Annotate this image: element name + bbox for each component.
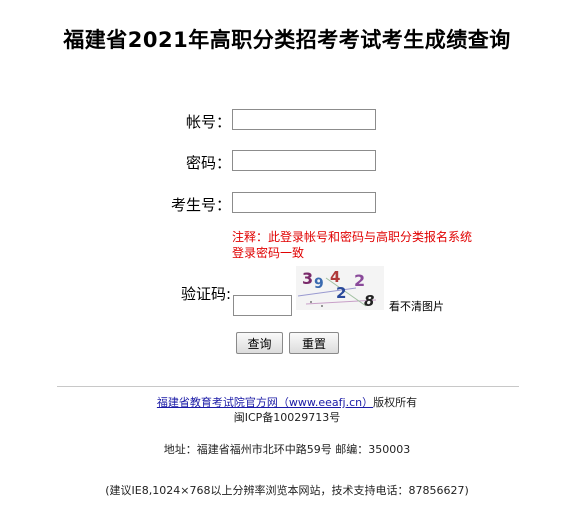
- page-title: 福建省2021年高职分类招考考试考生成绩查询: [63, 28, 511, 52]
- svg-text:2: 2: [336, 284, 346, 302]
- password-label: 密码：: [185, 154, 231, 172]
- account-row: 帐号：: [0, 109, 574, 133]
- svg-text:8: 8: [364, 292, 374, 310]
- exam-number-input[interactable]: [232, 192, 376, 213]
- password-row: 密码：: [0, 150, 574, 174]
- captcha-image[interactable]: 3 9 4 2 2 8: [296, 266, 384, 310]
- svg-text:3: 3: [302, 269, 313, 288]
- login-note: 注释：此登录帐号和密码与高职分类报名系统登录密码一致: [232, 230, 473, 260]
- reset-button[interactable]: 重置: [289, 332, 339, 354]
- captcha-input[interactable]: [233, 295, 292, 316]
- site-link[interactable]: 福建省教育考试院官方网（www.eeafj.cn）: [157, 396, 373, 409]
- footer-copyright: 福建省教育考试院官方网（www.eeafj.cn）版权所有: [0, 394, 574, 410]
- footer-divider: [57, 386, 519, 387]
- exam-number-row: 考生号：: [0, 192, 574, 216]
- footer-icp: 闽ICP备10029713号: [233, 411, 341, 424]
- footer-advice: (建议IE8,1024×768以上分辨率浏览本网站，技术支持电话：8785662…: [105, 484, 469, 497]
- account-input[interactable]: [232, 109, 376, 130]
- exam-number-label: 考生号：: [170, 196, 231, 214]
- rights-text: 版权所有: [373, 396, 418, 409]
- account-label: 帐号：: [185, 113, 231, 131]
- svg-text:9: 9: [314, 276, 324, 292]
- refresh-captcha-link[interactable]: 看不清图片: [389, 298, 444, 314]
- query-button[interactable]: 查询: [236, 332, 283, 354]
- footer-address: 地址：福建省福州市北环中路59号 邮编：350003: [163, 443, 411, 456]
- password-input[interactable]: [232, 150, 376, 171]
- svg-text:2: 2: [354, 271, 365, 290]
- captcha-label: 验证码:: [180, 285, 231, 303]
